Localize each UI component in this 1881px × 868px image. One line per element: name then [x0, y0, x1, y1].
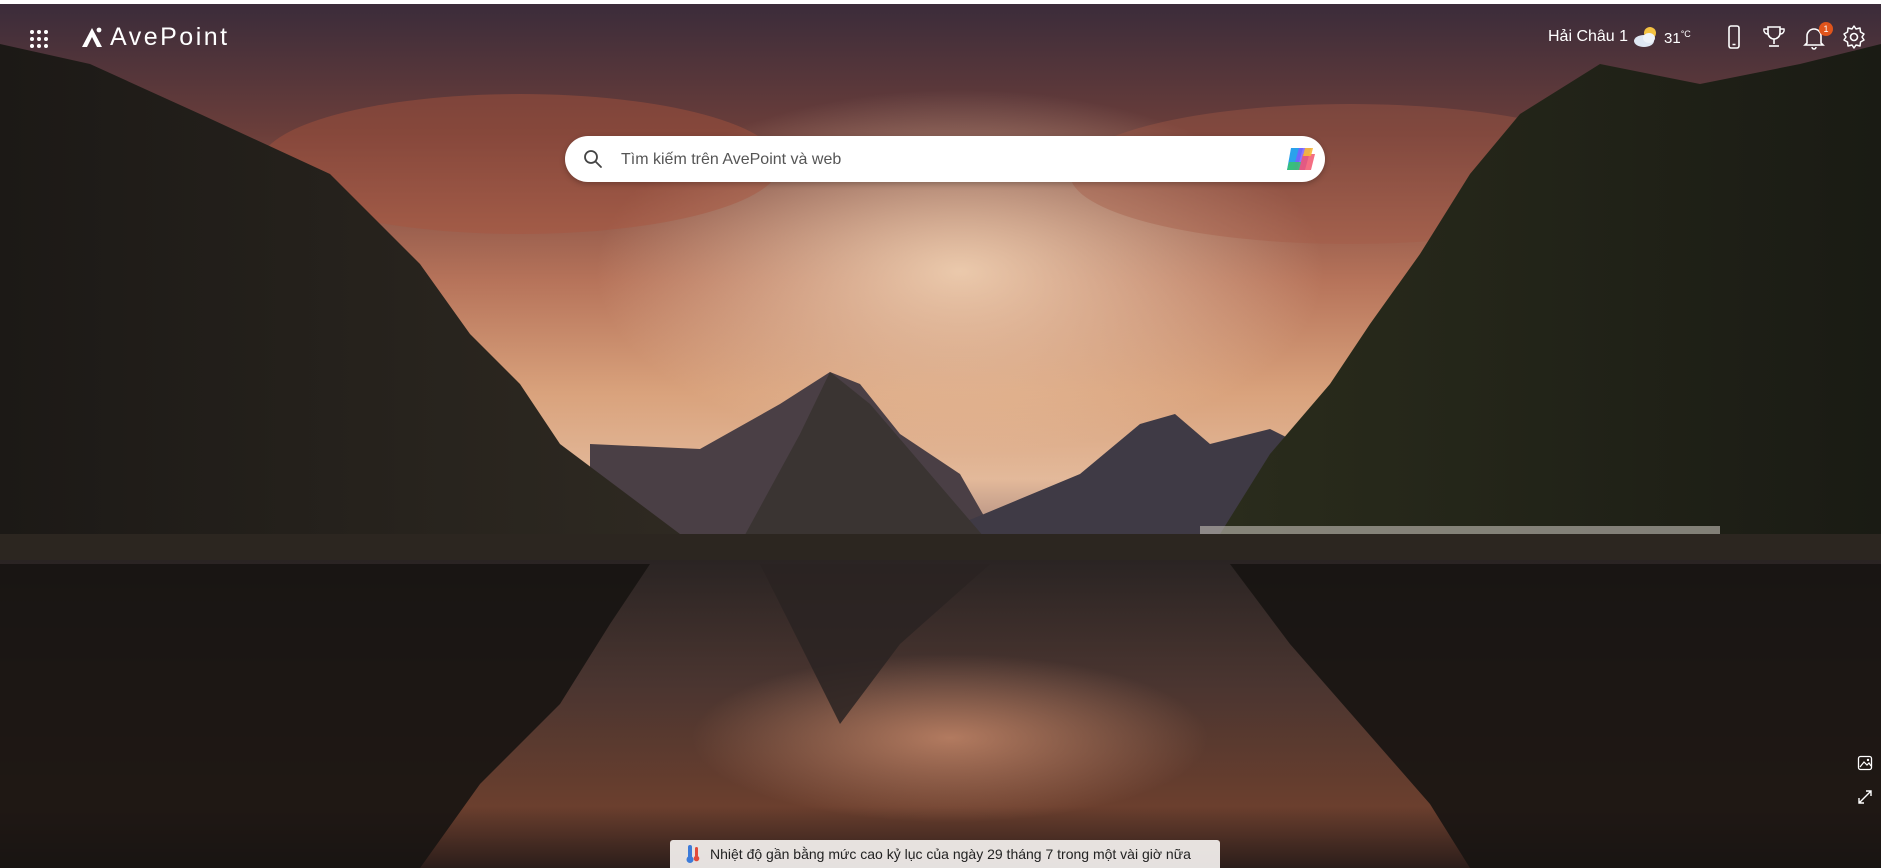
phone-icon[interactable] [1721, 24, 1747, 50]
expand-icon[interactable] [1857, 789, 1873, 805]
news-ticker-text: Nhiệt độ gần bằng mức cao kỷ lục của ngà… [710, 846, 1191, 862]
brand-name: AvePoint [110, 22, 230, 51]
weather-location[interactable]: Hải Châu 1 [1548, 28, 1628, 46]
partly-cloudy-icon[interactable] [1633, 26, 1661, 48]
avepoint-logo[interactable]: AvePoint [80, 22, 230, 52]
temperature-unit: °C [1680, 29, 1691, 39]
thermometer-icon [686, 845, 700, 863]
background-image [0, 4, 1881, 868]
search-icon[interactable] [583, 149, 603, 169]
copilot-icon[interactable] [1285, 144, 1317, 174]
avepoint-logo-mark [82, 27, 102, 47]
search-input[interactable] [619, 144, 1263, 176]
trophy-icon[interactable] [1761, 24, 1787, 50]
news-ticker[interactable]: Nhiệt độ gần bằng mức cao kỷ lục của ngà… [670, 840, 1220, 868]
image-info-icon[interactable] [1857, 755, 1873, 771]
top-bar: AvePoint Hải Châu 1 31°C 1 [0, 4, 1881, 68]
search-box [565, 136, 1325, 182]
apps-grid-icon[interactable] [29, 29, 49, 49]
gear-icon[interactable] [1841, 24, 1867, 50]
notification-badge: 1 [1819, 22, 1833, 36]
temperature[interactable]: 31°C [1664, 29, 1691, 47]
